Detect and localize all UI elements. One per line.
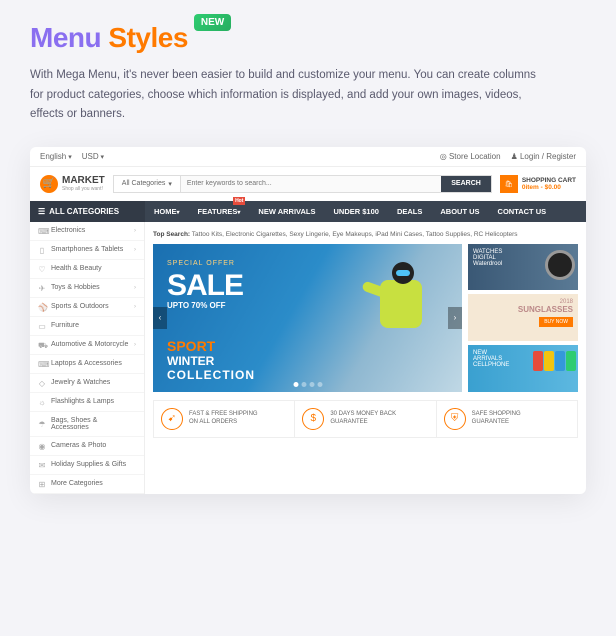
promo-watches[interactable]: WATCHES DIGITAL Waterdrool (468, 244, 578, 291)
hero-line1: SPORT (167, 338, 255, 354)
sidebar-item[interactable]: ⌨Electronics› (30, 222, 144, 241)
search-input[interactable] (181, 176, 441, 192)
lamp-icon: ☼ (38, 398, 46, 406)
sidebar-item[interactable]: ✉Holiday Supplies & Gifts (30, 456, 144, 475)
sport-icon: ⚾ (38, 303, 46, 311)
sidebar-item[interactable]: ♡Health & Beauty (30, 260, 144, 279)
car-icon: ⛟ (38, 341, 46, 349)
skier-image (352, 254, 442, 374)
logo-tagline: Shop all you want! (62, 186, 105, 192)
diamond-icon: ◇ (38, 379, 46, 387)
feature-moneyback: $ 30 DAYS MONEY BACKGUARANTEE (295, 401, 436, 437)
sidebar-item[interactable]: ⛟Automotive & Motorcycle› (30, 336, 144, 355)
topbar: English USD ◎ Store Location ♟ Login / R… (30, 147, 586, 167)
sidebar-item[interactable]: ⚾Sports & Outdoors› (30, 298, 144, 317)
top-search-row: Top Search: Tattoo Kits, Electronic Ciga… (153, 228, 578, 244)
sidebar-item[interactable]: ▭Furniture (30, 317, 144, 336)
category-sidebar: ⌨Electronics› ▯Smartphones & Tablets› ♡H… (30, 222, 145, 494)
phones-icon (533, 351, 576, 371)
hero-special: SPECIAL OFFER (167, 260, 243, 267)
logo-name: MARKET (62, 175, 105, 186)
title-word-1: Menu (30, 22, 101, 53)
sidebar-item[interactable]: ☂Bags, Shoes & Accessories (30, 412, 144, 437)
store-location-link[interactable]: ◎ Store Location (440, 152, 501, 161)
slider-next[interactable]: › (448, 307, 462, 329)
grid-icon: ⊞ (38, 480, 46, 488)
currency-selector[interactable]: USD (82, 152, 104, 161)
nav-new-arrivals[interactable]: NEW ARRIVALS (249, 201, 324, 222)
cart-icon: 🛍 (500, 175, 518, 193)
promo-cellphone[interactable]: NEW ARRIVALS CELLPHONE (468, 345, 578, 392)
toy-icon: ✈ (38, 284, 46, 292)
login-register-link[interactable]: ♟ Login / Register (511, 152, 576, 161)
main-nav: ☰ALL CATEGORIES HOME FEATURESHot NEW ARR… (30, 201, 586, 222)
sidebar-item[interactable]: ◇Jewelry & Watches (30, 374, 144, 393)
nav-about[interactable]: ABOUT US (431, 201, 488, 222)
cart-subtotal: 0item - $0.00 (522, 184, 576, 191)
sidebar-item[interactable]: ✈Toys & Hobbies› (30, 279, 144, 298)
sidebar-item[interactable]: ◉Cameras & Photo (30, 437, 144, 456)
nav-deals[interactable]: DEALS (388, 201, 431, 222)
hero-sale: SALE (167, 269, 243, 303)
slider-prev[interactable]: ‹ (153, 307, 167, 329)
section-description: With Mega Menu, it's never been easier t… (30, 66, 550, 125)
title-word-2: Styles (108, 22, 188, 53)
nav-under-100[interactable]: UNDER $100 (325, 201, 388, 222)
shield-icon: ⛨ (444, 408, 466, 430)
cart-logo-icon: 🛒 (40, 175, 58, 193)
sidebar-more[interactable]: ⊞More Categories (30, 475, 144, 494)
heart-icon: ♡ (38, 265, 46, 273)
tv-icon: ⌨ (38, 227, 46, 235)
hero-line3: COLLECTION (167, 368, 255, 382)
shopping-cart[interactable]: 🛍 SHOPPING CART 0item - $0.00 (500, 175, 576, 193)
hero-line2: WINTER (167, 354, 255, 368)
laptop-icon: ⌨ (38, 360, 46, 368)
hamburger-icon: ☰ (38, 207, 45, 216)
new-badge: NEW (194, 14, 231, 31)
nav-features[interactable]: FEATURESHot (189, 201, 250, 222)
rocket-icon: ➹ (161, 408, 183, 430)
sidebar-item[interactable]: ▯Smartphones & Tablets› (30, 241, 144, 260)
main-content: Top Search: Tattoo Kits, Electronic Ciga… (145, 222, 586, 494)
search-bar: All Categories SEARCH (113, 175, 492, 193)
feature-shipping: ➹ FAST & FREE SHIPPINGON ALL ORDERS (154, 401, 295, 437)
watch-icon (545, 250, 575, 280)
theme-screenshot: English USD ◎ Store Location ♟ Login / R… (30, 147, 586, 494)
logo[interactable]: 🛒 MARKET Shop all you want! (40, 175, 105, 193)
nav-home[interactable]: HOME (145, 201, 189, 222)
bag-icon: ☂ (38, 420, 46, 428)
furniture-icon: ▭ (38, 322, 46, 330)
slider-dots[interactable] (293, 382, 322, 387)
feature-safe: ⛨ SAFE SHOPPINGGUARANTEE (437, 401, 577, 437)
promo-sunglasses[interactable]: 2018 SUNGLASSES BUY NOW (468, 294, 578, 341)
hot-badge: Hot (233, 197, 245, 205)
gift-icon: ✉ (38, 461, 46, 469)
sidebar-item[interactable]: ☼Flashlights & Lamps (30, 393, 144, 412)
sidebar-item[interactable]: ⌨Laptops & Accessories (30, 355, 144, 374)
features-row: ➹ FAST & FREE SHIPPINGON ALL ORDERS $ 30… (153, 400, 578, 438)
camera-icon: ◉ (38, 442, 46, 450)
all-categories-toggle[interactable]: ☰ALL CATEGORIES (30, 201, 145, 222)
language-selector[interactable]: English (40, 152, 72, 161)
nav-contact[interactable]: CONTACT US (489, 201, 556, 222)
hero-slider: ‹ › SPECIAL OFFER SALE UPTO 70% OFF SPOR… (153, 244, 462, 392)
phone-icon: ▯ (38, 246, 46, 254)
cart-title: SHOPPING CART (522, 177, 576, 184)
money-icon: $ (302, 408, 324, 430)
search-button[interactable]: SEARCH (441, 176, 491, 192)
buy-now-button[interactable]: BUY NOW (539, 317, 573, 327)
header: 🛒 MARKET Shop all you want! All Categori… (30, 167, 586, 201)
section-title: Menu Styles NEW (30, 22, 586, 54)
search-category-dropdown[interactable]: All Categories (114, 176, 181, 192)
